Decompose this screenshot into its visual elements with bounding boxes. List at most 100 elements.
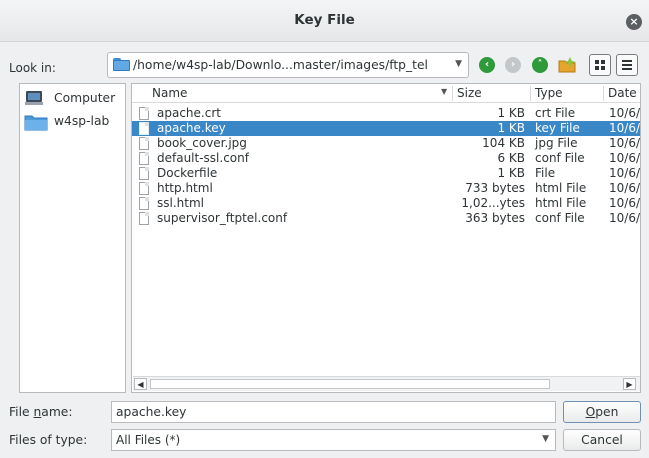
- file-list-header: Name ▼ Size Type Date I: [132, 84, 640, 103]
- file-row[interactable]: default-ssl.conf 6 KB conf File 10/6/1: [132, 151, 640, 166]
- file-type: jpg File: [535, 136, 578, 150]
- open-label: pen: [595, 405, 619, 419]
- icon-view-icon: [595, 60, 605, 70]
- scroll-right-icon[interactable]: ▶: [623, 378, 636, 390]
- file-name-input[interactable]: apache.key: [111, 401, 556, 423]
- file-size: 1,02...ytes: [461, 196, 525, 210]
- file-icon: [139, 197, 149, 210]
- file-name-value: apache.key: [116, 405, 187, 419]
- file-date: 10/6/1: [609, 196, 640, 210]
- file-name: supervisor_ftptel.conf: [157, 211, 288, 225]
- file-row[interactable]: apache.crt 1 KB crt File 10/6/1: [132, 106, 640, 121]
- file-name: Dockerfile: [157, 166, 218, 180]
- file-name: apache.key: [157, 121, 226, 135]
- file-type: conf File: [535, 211, 585, 225]
- back-button[interactable]: ‹: [476, 54, 498, 76]
- look-in-combo[interactable]: /home/w4sp-lab/Downlo...master/images/ft…: [107, 52, 469, 78]
- column-divider: [452, 86, 453, 101]
- icon-view-button[interactable]: [589, 54, 611, 76]
- chevron-down-icon: ▼: [542, 434, 549, 444]
- file-name: ssl.html: [157, 196, 204, 210]
- file-date: 10/6/1: [609, 136, 640, 150]
- forward-button[interactable]: ›: [502, 54, 524, 76]
- file-icon: [139, 212, 149, 225]
- place-label: w4sp-lab: [54, 114, 110, 128]
- file-name-label-part: File: [9, 405, 34, 419]
- folder-icon: [113, 58, 130, 71]
- look-in-path: /home/w4sp-lab/Downlo...master/images/ft…: [133, 58, 428, 72]
- file-date: 10/6/1: [609, 106, 640, 120]
- key-file-dialog: Key File × Look in: /home/w4sp-lab/Downl…: [0, 0, 649, 458]
- file-icon: [139, 167, 149, 180]
- file-type: crt File: [535, 106, 576, 120]
- window-title: Key File: [294, 12, 355, 28]
- horizontal-scrollbar[interactable]: ◀ ▶: [133, 376, 640, 391]
- file-size: 733 bytes: [465, 181, 525, 195]
- open-mnemonic: O: [585, 405, 596, 419]
- column-type[interactable]: Type: [535, 86, 563, 100]
- close-icon[interactable]: ×: [626, 14, 642, 30]
- new-folder-icon: [558, 57, 576, 73]
- computer-icon: [25, 91, 43, 105]
- file-type: html File: [535, 181, 587, 195]
- file-size: 6 KB: [497, 151, 525, 165]
- file-row[interactable]: http.html 733 bytes html File 10/6/1: [132, 181, 640, 196]
- scroll-left-icon[interactable]: ◀: [134, 378, 147, 390]
- file-size: 1 KB: [497, 121, 525, 135]
- file-name-label-part: ame:: [41, 405, 73, 419]
- file-type: key File: [535, 121, 580, 135]
- files-of-type-value: All Files (*): [116, 433, 181, 447]
- file-list: Name ▼ Size Type Date I apache.crt 1 KB …: [131, 83, 641, 393]
- file-icon: [139, 182, 149, 195]
- column-size[interactable]: Size: [457, 86, 482, 100]
- column-name[interactable]: Name: [152, 86, 187, 100]
- places-sidebar: Computer w4sp-lab: [19, 83, 126, 393]
- file-icon: [139, 137, 149, 150]
- file-date: 10/6/1: [609, 121, 640, 135]
- file-row[interactable]: Dockerfile 1 KB File 10/6/1: [132, 166, 640, 181]
- column-divider: [530, 86, 531, 101]
- back-icon: ‹: [479, 57, 495, 73]
- file-name: apache.crt: [157, 106, 221, 120]
- forward-icon: ›: [505, 57, 521, 73]
- column-divider: [603, 86, 604, 101]
- title-bar: Key File ×: [0, 0, 649, 42]
- files-of-type-label: Files of type:: [9, 433, 88, 447]
- file-date: 10/6/1: [609, 151, 640, 165]
- file-size: 1 KB: [497, 106, 525, 120]
- file-size: 1 KB: [497, 166, 525, 180]
- file-date: 10/6/1: [609, 166, 640, 180]
- parent-folder-icon: ˄: [532, 57, 548, 73]
- open-button[interactable]: Open: [563, 401, 641, 423]
- file-type: conf File: [535, 151, 585, 165]
- file-size: 363 bytes: [465, 211, 525, 225]
- file-row-selected[interactable]: apache.key 1 KB key File 10/6/1: [132, 121, 640, 136]
- file-name: http.html: [157, 181, 213, 195]
- scrollbar-thumb[interactable]: [150, 379, 550, 389]
- file-size: 104 KB: [482, 136, 525, 150]
- new-folder-button[interactable]: [556, 54, 578, 76]
- file-name: book_cover.jpg: [157, 136, 247, 150]
- place-label: Computer: [54, 91, 116, 105]
- file-date: 10/6/1: [609, 181, 640, 195]
- column-date[interactable]: Date I: [608, 86, 640, 100]
- file-icon: [139, 107, 149, 120]
- file-row[interactable]: book_cover.jpg 104 KB jpg File 10/6/1: [132, 136, 640, 151]
- file-name-label: File name:: [9, 405, 73, 419]
- file-icon: [139, 152, 149, 165]
- cancel-button[interactable]: Cancel: [563, 429, 641, 451]
- parent-folder-button[interactable]: ˄: [529, 54, 551, 76]
- file-row[interactable]: ssl.html 1,02...ytes html File 10/6/1: [132, 196, 640, 211]
- sort-down-icon: ▼: [441, 87, 448, 96]
- look-in-label: Look in:: [9, 61, 56, 75]
- files-of-type-combo[interactable]: All Files (*) ▼: [111, 429, 556, 451]
- chevron-down-icon: ▼: [455, 59, 462, 69]
- file-type: File: [535, 166, 556, 180]
- list-view-icon: [622, 60, 632, 70]
- file-icon: [139, 122, 149, 135]
- list-view-button[interactable]: [616, 54, 638, 76]
- file-date: 10/6/1: [609, 211, 640, 225]
- file-name: default-ssl.conf: [157, 151, 249, 165]
- file-type: html File: [535, 196, 587, 210]
- file-row[interactable]: supervisor_ftptel.conf 363 bytes conf Fi…: [132, 211, 640, 226]
